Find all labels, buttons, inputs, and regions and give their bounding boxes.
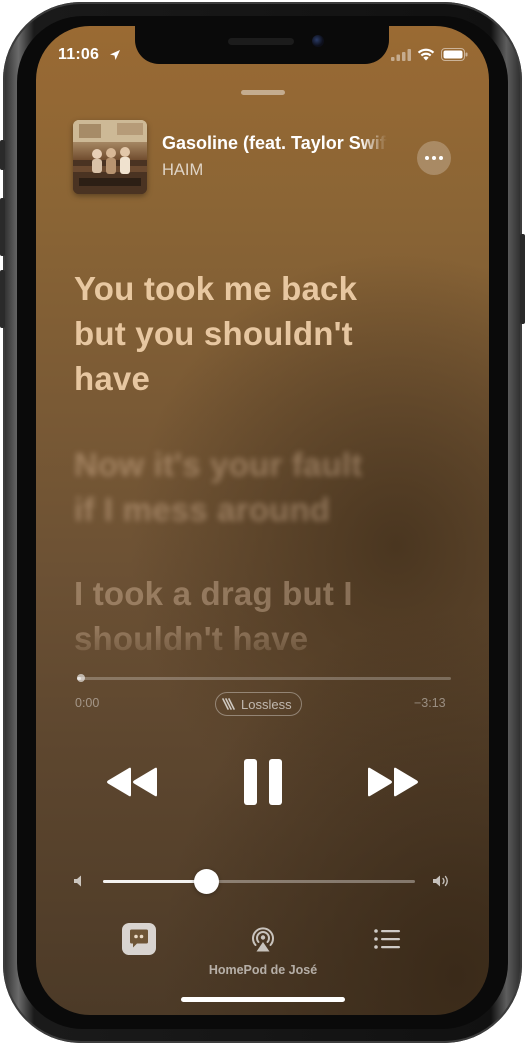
album-artwork[interactable]	[73, 120, 147, 194]
notch	[135, 26, 389, 64]
silent-switch	[0, 140, 5, 170]
lyric-text: I took a drag but I	[74, 575, 353, 612]
airplay-device-label[interactable]: HomePod de José	[156, 963, 370, 977]
lyric-line-next[interactable]: I took a drag but I shouldn't have	[74, 571, 454, 661]
forward-button[interactable]	[365, 764, 421, 800]
lyrics-quote-icon	[130, 929, 148, 948]
volume-up-button	[0, 198, 5, 256]
ellipsis-icon-dot	[439, 156, 443, 160]
song-title[interactable]: Gasoline (feat. Taylor Swift)	[162, 133, 387, 154]
list-icon[interactable]	[373, 928, 401, 950]
lyric-text: have	[74, 360, 151, 397]
front-camera	[312, 35, 324, 47]
volume-fill	[103, 880, 206, 883]
lyric-line-upcoming[interactable]: Now it's your fault if I mess around	[74, 442, 454, 532]
battery-icon	[441, 48, 468, 61]
wifi-icon	[417, 48, 435, 61]
side-power-button	[520, 234, 525, 324]
lyric-text: Now it's your fault	[74, 446, 363, 483]
volume-slider[interactable]	[103, 880, 415, 883]
rewind-button[interactable]	[104, 764, 160, 800]
pause-icon	[244, 759, 282, 805]
ellipsis-icon-dot	[432, 156, 436, 160]
remaining-time: −3:13	[414, 696, 446, 710]
home-indicator[interactable]	[181, 997, 345, 1002]
speaker-high-icon	[433, 875, 448, 887]
status-time: 11:06	[58, 46, 100, 63]
lyric-text: but you shouldn't	[74, 315, 353, 352]
speaker-low-icon	[74, 875, 81, 887]
playback-progress-bar[interactable]	[77, 677, 451, 680]
lyric-text: if I mess around	[74, 491, 331, 528]
volume-down-button	[0, 270, 5, 328]
earpiece-speaker	[228, 38, 294, 45]
lyric-line-active[interactable]: You took me back but you shouldn't have	[74, 266, 454, 401]
album-artwork-image	[73, 120, 147, 194]
backward-icon	[107, 767, 157, 797]
lossless-badge[interactable]: Lossless	[215, 692, 302, 716]
forward-icon	[368, 767, 418, 797]
lyric-text: You took me back	[74, 270, 358, 307]
location-arrow-icon	[110, 50, 120, 60]
volume-knob[interactable]	[194, 869, 219, 894]
ellipsis-icon	[425, 156, 429, 160]
playback-scrubber-knob[interactable]	[77, 674, 85, 682]
artist-name[interactable]: HAIM	[162, 161, 203, 180]
elapsed-time: 0:00	[75, 696, 100, 710]
airplay-audio-icon[interactable]	[248, 925, 278, 955]
sheet-grabber[interactable]	[241, 90, 285, 95]
pause-button[interactable]	[241, 757, 285, 807]
now-playing-screen: 11:06 Gasoline (feat. Taylor Swift) HAIM…	[36, 26, 489, 1015]
lyrics-button[interactable]	[122, 923, 156, 955]
more-options-button[interactable]	[417, 141, 451, 175]
cellular-signal-icon	[391, 49, 411, 61]
lyric-text: shouldn't have	[74, 620, 309, 657]
lossless-waveform-icon	[222, 698, 235, 710]
lossless-label: Lossless	[241, 696, 292, 712]
